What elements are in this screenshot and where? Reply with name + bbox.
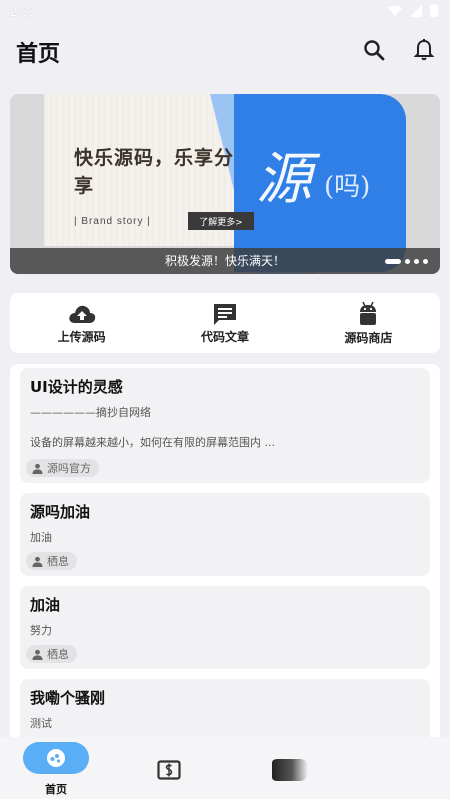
carousel-dot[interactable] [405,259,410,264]
nav-home-label: 首页 [45,783,67,796]
list-item[interactable]: 源吗加油 加油 栖息 [20,493,430,576]
list-item[interactable]: 加油 努力 栖息 [20,586,430,669]
banner-more-button[interactable]: 了解更多> [188,212,254,230]
status-time: 2:03 [10,4,36,19]
person-icon [32,556,43,567]
post-title: 我嘞个骚刚 [30,689,106,707]
quick-actions: 上传源码 代码文章 源码商店 [10,293,440,353]
cloud-upload-icon [68,305,95,323]
home-bubble-icon [47,749,65,767]
signal-icon [410,4,422,17]
nav-wallet-button[interactable] [157,760,181,784]
profile-icon [272,759,308,781]
post-title: UI设计的灵感 [30,378,123,396]
post-title: 加油 [30,596,61,614]
banner-carousel[interactable]: 快乐源码，乐享分享 | Brand story | 了解更多> 源 (吗) 积极… [10,94,440,274]
list-item[interactable]: UI设计的灵感 ——————摘抄自网络 设备的屏幕越来越小，如何在有限的屏幕范围… [20,368,430,483]
post-title: 源吗加油 [30,503,91,521]
status-bar: 2:03 [0,0,450,24]
carousel-indicator [385,259,428,264]
upload-source-label: 上传源码 [57,329,106,344]
post-subtitle: 测试 [30,717,52,730]
chat-icon [213,303,236,325]
author-chip[interactable]: 源吗官方 [26,459,99,477]
bottom-navigation: 首页 [0,737,450,799]
source-store-button[interactable]: 源码商店 [297,293,440,353]
banner-brand-story: | Brand story | [74,216,151,227]
post-subtitle: 加油 [30,531,52,544]
carousel-dot[interactable] [414,259,419,264]
nav-home-button[interactable] [23,742,89,774]
post-list: UI设计的灵感 ——————摘抄自网络 设备的屏幕越来越小，如何在有限的屏幕范围… [10,364,440,794]
post-description: 设备的屏幕越来越小，如何在有限的屏幕范围内 ... [30,436,275,449]
post-subtitle: ——————摘抄自网络 [30,406,151,419]
author-name: 源吗官方 [47,462,91,475]
author-name: 栖息 [47,648,69,661]
source-store-label: 源码商店 [344,330,393,345]
search-icon [364,40,385,61]
banner-caption: 积极发源！快乐满天！ [164,254,285,268]
notifications-button[interactable] [410,36,438,64]
search-button[interactable] [360,36,388,64]
nav-profile-button[interactable] [270,757,310,787]
author-name: 栖息 [47,555,69,568]
bell-icon [413,39,435,61]
author-chip[interactable]: 栖息 [26,552,77,570]
banner-headline: 快乐源码，乐享分享 [74,147,235,197]
person-icon [32,463,43,474]
person-icon [32,649,43,660]
code-articles-label: 代码文章 [200,329,249,344]
app-header: 首页 [0,24,450,76]
post-subtitle: 努力 [30,624,52,637]
banner-logo-glyph-small: (吗) [324,172,371,202]
wifi-icon [388,5,402,16]
page-title: 首页 [16,42,61,67]
android-icon [360,301,377,325]
dollar-icon [157,760,181,780]
carousel-dot[interactable] [423,259,428,264]
status-icons [388,4,438,17]
author-chip[interactable]: 栖息 [26,645,77,663]
carousel-dot-active[interactable] [385,259,401,264]
upload-source-button[interactable]: 上传源码 [10,293,153,353]
battery-icon [430,4,438,17]
banner-logo-glyph: 源 [256,147,312,212]
code-articles-button[interactable]: 代码文章 [153,293,296,353]
